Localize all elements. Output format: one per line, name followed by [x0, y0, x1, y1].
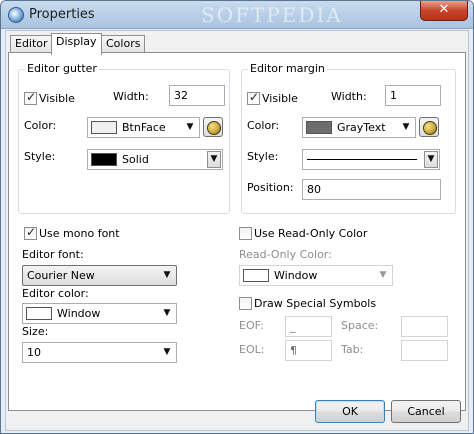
- chevron-down-icon: ▼: [163, 308, 171, 318]
- editor-color-value: Window: [57, 307, 101, 320]
- margin-color-label: Color:: [247, 119, 280, 132]
- tab-editor[interactable]: Editor: [10, 35, 53, 53]
- use-mono-font-label[interactable]: Use mono font: [39, 227, 120, 240]
- chevron-down-icon: ▼: [402, 122, 410, 132]
- gutter-width-label: Width:: [113, 90, 149, 103]
- chevron-down-icon: ▼: [424, 151, 438, 168]
- space-input[interactable]: [401, 316, 448, 337]
- editor-color-combo[interactable]: Window ▼: [22, 303, 177, 324]
- properties-app-icon: [8, 7, 24, 23]
- draw-special-symbols-checkbox[interactable]: [239, 297, 252, 310]
- margin-color-value: GrayText: [337, 121, 386, 134]
- gutter-width-input[interactable]: 32: [169, 85, 225, 106]
- tab-display[interactable]: Display: [51, 33, 102, 55]
- eof-label: EOF:: [239, 319, 264, 332]
- margin-width-label: Width:: [331, 90, 367, 103]
- chevron-down-icon: ▼: [379, 270, 387, 280]
- gutter-visible-label[interactable]: Visible: [39, 92, 75, 105]
- gutter-style-label: Style:: [24, 150, 56, 163]
- tab-label: Tab:: [341, 343, 364, 356]
- margin-color-swatch: [306, 121, 332, 134]
- margin-color-combo[interactable]: GrayText ▼: [302, 117, 416, 138]
- gutter-color-swatch: [91, 121, 117, 134]
- readonly-color-label: Read-Only Color:: [239, 248, 332, 261]
- tab-input[interactable]: [401, 340, 448, 361]
- tab-colors[interactable]: Colors: [101, 35, 146, 53]
- margin-style-combo[interactable]: ▼: [302, 149, 440, 170]
- size-combo[interactable]: 10 ▼: [22, 342, 177, 363]
- eol-input[interactable]: ¶: [285, 340, 332, 361]
- properties-window: Properties SOFTPEDIA ✕ Editor Display Co…: [0, 0, 474, 434]
- cancel-button[interactable]: Cancel: [391, 400, 461, 423]
- gutter-style-swatch: [91, 153, 117, 166]
- softpedia-watermark: SOFTPEDIA: [201, 3, 343, 27]
- draw-special-symbols-label[interactable]: Draw Special Symbols: [254, 297, 376, 310]
- dialog-client-area: Editor Display Colors Editor gutter Visi…: [5, 30, 469, 431]
- readonly-color-swatch: [243, 269, 269, 282]
- size-label: Size:: [22, 325, 49, 338]
- editor-color-label: Editor color:: [22, 287, 89, 300]
- readonly-color-value: Window: [274, 269, 318, 282]
- gutter-palette-button[interactable]: [203, 117, 223, 137]
- margin-position-label: Position:: [247, 181, 294, 194]
- close-button[interactable]: ✕: [420, 1, 468, 21]
- editor-gutter-title: Editor gutter: [25, 62, 99, 75]
- readonly-color-combo[interactable]: Window ▼: [239, 265, 393, 286]
- editor-color-swatch: [26, 307, 52, 320]
- gutter-color-combo[interactable]: BtnFace ▼: [87, 117, 200, 138]
- gutter-style-combo[interactable]: Solid ▼: [87, 149, 223, 170]
- margin-visible-label[interactable]: Visible: [262, 92, 298, 105]
- use-readonly-color-checkbox[interactable]: [239, 227, 252, 240]
- use-mono-font-checkbox[interactable]: [24, 225, 37, 240]
- use-readonly-color-label[interactable]: Use Read-Only Color: [254, 227, 367, 240]
- margin-style-line-sample: [307, 159, 417, 160]
- margin-palette-button[interactable]: [419, 117, 439, 137]
- gutter-color-label: Color:: [24, 119, 57, 132]
- chevron-down-icon: ▼: [163, 270, 171, 280]
- size-value: 10: [27, 346, 41, 359]
- chevron-down-icon: ▼: [163, 347, 171, 357]
- editor-font-label: Editor font:: [22, 248, 84, 261]
- gutter-color-value: BtnFace: [122, 121, 166, 134]
- title-bar[interactable]: Properties SOFTPEDIA ✕: [1, 1, 473, 29]
- editor-font-combo[interactable]: Courier New ▼: [22, 265, 177, 286]
- chevron-down-icon: ▼: [207, 151, 221, 168]
- space-label: Space:: [341, 319, 379, 332]
- margin-visible-checkbox[interactable]: [247, 90, 260, 105]
- editor-margin-title: Editor margin: [248, 62, 327, 75]
- gutter-visible-checkbox[interactable]: [24, 90, 37, 105]
- eof-input[interactable]: _: [285, 316, 332, 337]
- chevron-down-icon: ▼: [186, 122, 194, 132]
- eol-label: EOL:: [239, 343, 265, 356]
- margin-style-label: Style:: [247, 150, 279, 163]
- close-icon: ✕: [438, 2, 450, 17]
- editor-font-value: Courier New: [27, 269, 95, 282]
- display-tab-panel: Editor gutter Visible Width: 32 Color: B…: [8, 52, 466, 411]
- ok-button[interactable]: OK: [315, 400, 385, 423]
- window-title: Properties: [29, 7, 95, 22]
- gutter-style-value: Solid: [122, 153, 149, 166]
- margin-width-input[interactable]: 1: [385, 85, 441, 106]
- margin-position-input[interactable]: 80: [302, 179, 441, 200]
